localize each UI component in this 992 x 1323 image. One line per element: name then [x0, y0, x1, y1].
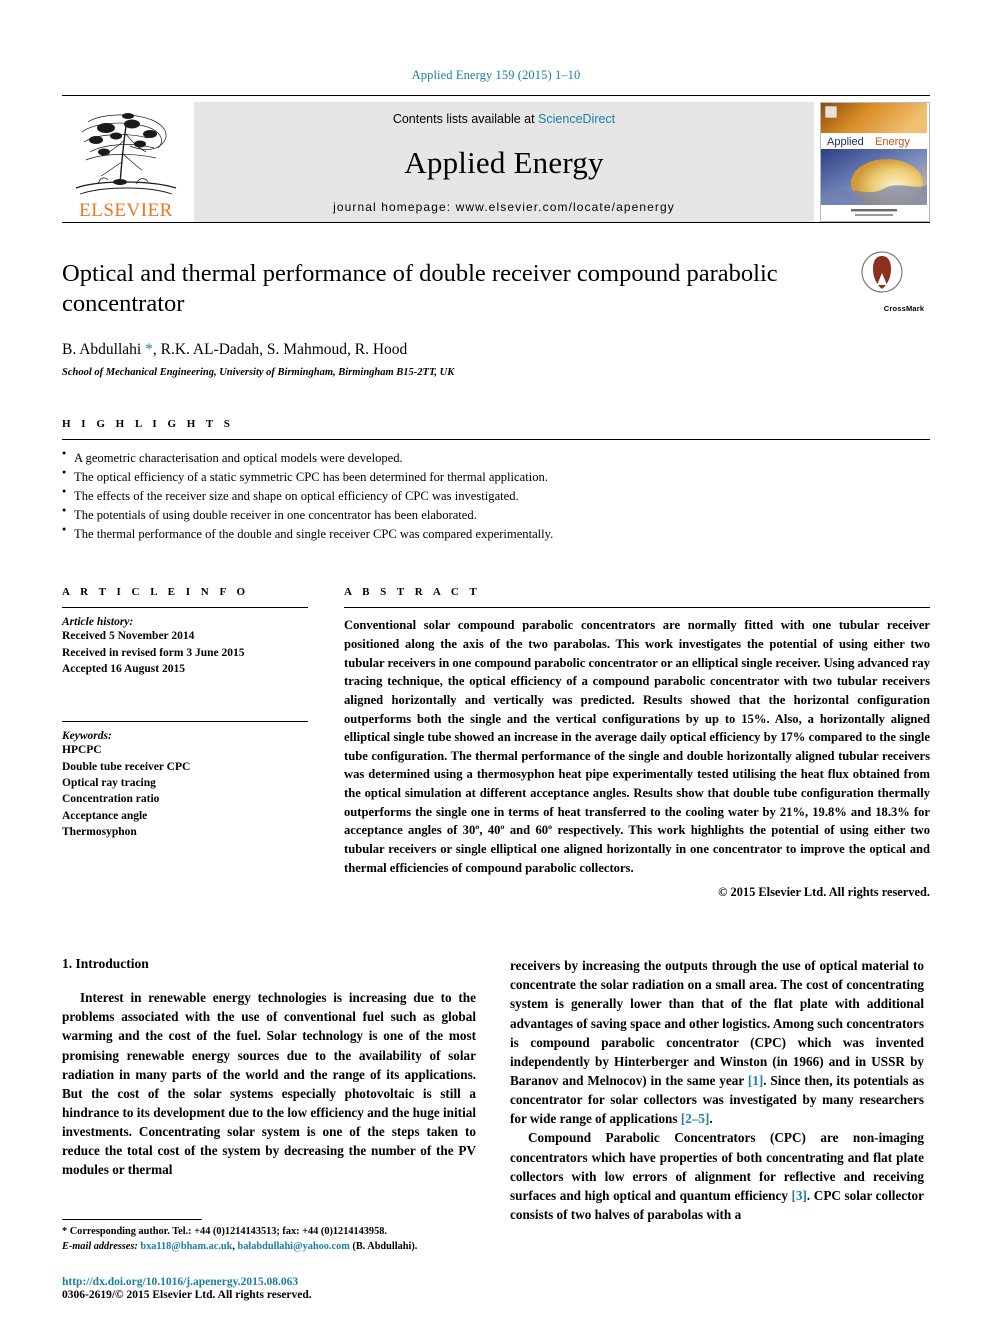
abstract-text: Conventional solar compound parabolic co… [344, 618, 930, 875]
keywords-label: Keywords: [62, 730, 112, 743]
body-column-right: receivers by increasing the outputs thro… [510, 956, 924, 1224]
doi-link[interactable]: http://dx.doi.org/10.1016/j.apenergy.201… [62, 1276, 522, 1288]
section-title-introduction: 1. Introduction [62, 956, 149, 972]
paragraph: Compound Parabolic Concentrators (CPC) a… [510, 1128, 924, 1224]
reference-link-1[interactable]: [1] [748, 1073, 763, 1088]
reference-link-2[interactable]: [2–5] [681, 1111, 710, 1126]
paragraph: receivers by increasing the outputs thro… [510, 956, 924, 1128]
keyword-item: Thermosyphon [62, 826, 137, 839]
author-names-first: B. Abdullahi [62, 340, 146, 358]
sciencedirect-banner: Contents lists available at ScienceDirec… [194, 102, 814, 222]
affiliation: School of Mechanical Engineering, Univer… [62, 366, 455, 378]
contents-prefix: Contents lists available at [392, 112, 539, 126]
masthead-bottom-rule [62, 222, 930, 223]
svg-text:Energy: Energy [875, 136, 910, 148]
keywords-rule [62, 721, 308, 723]
elsevier-logo: ELSEVIER [62, 102, 190, 222]
elsevier-wordmark: ELSEVIER [79, 200, 173, 221]
highlights-section: H I G H L I G H T S A geometric characte… [62, 418, 930, 545]
elsevier-tree-icon [75, 113, 177, 195]
paragraph-text: receivers by increasing the outputs thro… [510, 958, 924, 1089]
list-item: The optical efficiency of a static symme… [62, 467, 930, 487]
keyword-item: Acceptance angle [62, 809, 148, 822]
email-note: E-mail addresses: bxa118@bham.ac.uk, bal… [62, 1240, 476, 1255]
svg-text:Applied: Applied [827, 136, 864, 148]
list-item: A geometric characterisation and optical… [62, 448, 930, 468]
journal-masthead: ELSEVIER Contents lists available at Sci… [62, 102, 930, 222]
footnote-block: * Corresponding author. Tel.: +44 (0)121… [62, 1219, 476, 1255]
paper-page: Applied Energy 159 (2015) 1–10 ELSEVIER … [0, 0, 992, 1323]
sciencedirect-link[interactable]: ScienceDirect [538, 112, 615, 126]
title-block: Optical and thermal performance of doubl… [62, 251, 930, 378]
journal-title: Applied Energy [404, 145, 604, 180]
author-names-rest: , R.K. AL-Dadah, S. Mahmoud, R. Hood [152, 340, 408, 358]
article-history-item: Accepted 16 August 2015 [62, 663, 185, 676]
highlights-rule [62, 438, 930, 440]
corresponding-author-marker: * [145, 340, 153, 358]
keywords-block: Keywords: HPCPC Double tube receiver CPC… [62, 721, 308, 840]
corresponding-author-text: Corresponding author. Tel.: +44 (0)12141… [69, 1226, 387, 1238]
doi-block: http://dx.doi.org/10.1016/j.apenergy.201… [62, 1276, 522, 1301]
journal-cover-image: Applied Energy [820, 102, 930, 222]
footnote-rule [62, 1219, 202, 1221]
crossmark-badge[interactable]: CrossMark [834, 251, 930, 316]
info-abstract-section: A R T I C L E I N F O Article history: R… [62, 586, 930, 900]
highlights-heading: H I G H L I G H T S [62, 417, 234, 430]
keyword-item: Concentration ratio [62, 793, 160, 806]
contents-line: Contents lists available at ScienceDirec… [393, 112, 615, 126]
keyword-item: Optical ray tracing [62, 777, 156, 790]
reference-link-3[interactable]: [3] [792, 1188, 807, 1203]
paragraph-text: . [709, 1111, 713, 1127]
journal-homepage[interactable]: journal homepage: www.elsevier.com/locat… [333, 200, 675, 214]
keyword-item: Double tube receiver CPC [62, 760, 191, 773]
article-info-column: A R T I C L E I N F O Article history: R… [62, 586, 308, 900]
article-history-item: Received in revised form 3 June 2015 [62, 646, 245, 659]
author-list: B. Abdullahi *, R.K. AL-Dadah, S. Mahmou… [62, 341, 930, 359]
article-info-heading: A R T I C L E I N F O [62, 586, 250, 599]
email-label: E-mail addresses: [62, 1241, 138, 1253]
issn-copyright: 0306-2619/© 2015 Elsevier Ltd. All right… [62, 1289, 312, 1301]
list-item: The potentials of using double receiver … [62, 505, 930, 525]
crossmark-icon [861, 251, 903, 293]
body-columns: 1. Introduction Interest in renewable en… [62, 956, 930, 1224]
crossmark-label: CrossMark [883, 304, 925, 313]
page-title: Optical and thermal performance of doubl… [62, 260, 778, 317]
abstract-copyright: © 2015 Elsevier Ltd. All rights reserved… [718, 885, 930, 900]
email-suffix: (B. Abdullahi). [349, 1241, 418, 1253]
article-history-label: Article history: [62, 616, 134, 629]
running-head: Applied Energy 159 (2015) 1–10 [411, 68, 581, 82]
email-link-2[interactable]: balabdullahi@yahoo.com [238, 1241, 350, 1252]
list-item: The thermal performance of the double an… [62, 524, 930, 544]
footnote-marker: * [62, 1226, 68, 1238]
paragraph: Interest in renewable energy technologie… [62, 990, 476, 1178]
article-history-item: Received 5 November 2014 [62, 630, 195, 643]
cover-artwork: Applied Energy [821, 103, 927, 221]
abstract-heading: A B S T R A C T [344, 586, 481, 599]
abstract-column: A B S T R A C T Conventional solar compo… [344, 586, 930, 900]
header-top-rule [62, 95, 930, 96]
email-link-1[interactable]: bxa118@bham.ac.uk [140, 1241, 232, 1252]
list-item: The effects of the receiver size and sha… [62, 486, 930, 506]
keyword-item: HPCPC [62, 744, 102, 757]
body-column-left: 1. Introduction Interest in renewable en… [62, 956, 476, 1224]
highlights-list: A geometric characterisation and optical… [62, 448, 930, 545]
article-info-rule [62, 607, 308, 609]
abstract-rule [344, 607, 930, 609]
corresponding-author-note: * Corresponding author. Tel.: +44 (0)121… [62, 1225, 476, 1240]
